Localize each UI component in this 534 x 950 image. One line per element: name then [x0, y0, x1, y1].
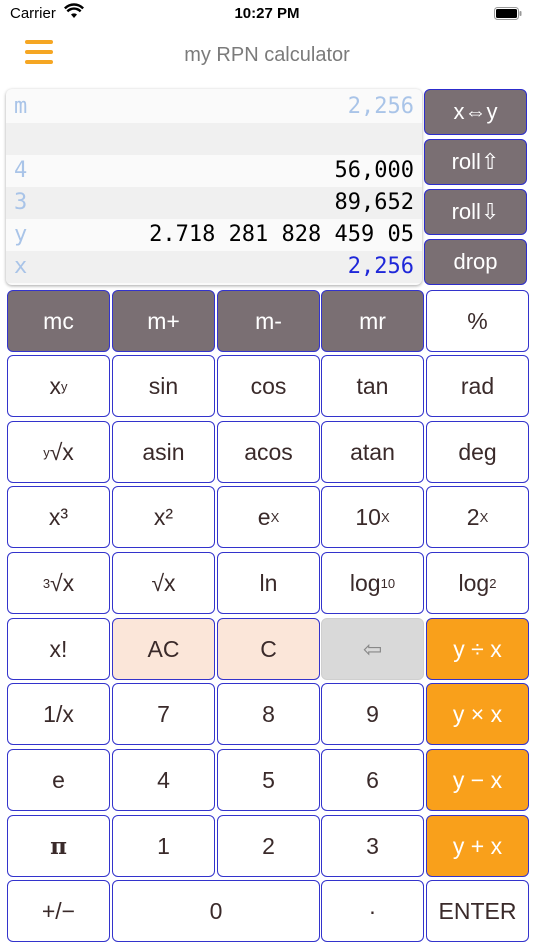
battery-icon — [494, 7, 522, 20]
digit-4-button[interactable]: 4 — [112, 749, 215, 811]
stack-display: m 2,256 4 56,000 3 89,652 y 2.718 281 82… — [6, 89, 422, 285]
tan-button[interactable]: tan — [321, 355, 424, 417]
status-time: 10:27 PM — [234, 5, 300, 22]
power-xy-button[interactable]: xy — [7, 355, 110, 417]
register-empty — [6, 123, 422, 155]
ten-exponent: X — [380, 509, 390, 525]
power-exponent: y — [61, 378, 68, 394]
register-label: 4 — [14, 158, 28, 183]
multiply-button[interactable]: y × x — [426, 683, 529, 745]
exp-button[interactable]: eX — [217, 486, 320, 548]
digit-2-button[interactable]: 2 — [217, 815, 320, 877]
register-label: x — [14, 254, 28, 279]
square-button[interactable]: x² — [112, 486, 215, 548]
register-label: 3 — [14, 190, 28, 215]
backspace-icon[interactable]: ⇦ — [321, 618, 424, 680]
log10-button[interactable]: log 10 — [321, 552, 424, 614]
sign-toggle-button[interactable]: +/− — [7, 880, 110, 942]
digit-6-button[interactable]: 6 — [321, 749, 424, 811]
digit-7-button[interactable]: 7 — [112, 683, 215, 745]
cube-button[interactable]: x³ — [7, 486, 110, 548]
register-value: 89,652 — [334, 190, 414, 215]
decimal-point-button[interactable]: · — [321, 880, 424, 942]
exp-base: e — [257, 503, 271, 530]
subtract-button[interactable]: y − x — [426, 749, 529, 811]
digit-5-button[interactable]: 5 — [217, 749, 320, 811]
percent-button[interactable]: % — [426, 290, 529, 352]
ten-power-button[interactable]: 10 X — [321, 486, 424, 548]
ten-base: 10 — [355, 503, 381, 530]
log10-base: log — [349, 569, 381, 596]
memory-clear-button[interactable]: mc — [7, 290, 110, 352]
euler-button[interactable]: e — [7, 749, 110, 811]
digit-9-button[interactable]: 9 — [321, 683, 424, 745]
memory-subtract-button[interactable]: m- — [217, 290, 320, 352]
register-y: y 2.718 281 828 459 05 — [6, 219, 422, 251]
drop-button[interactable]: drop — [424, 239, 527, 285]
register-m: m 2,256 — [6, 91, 422, 123]
swap-xy-button[interactable]: x⇔y — [424, 89, 527, 135]
app-title: my RPN calculator — [184, 44, 350, 66]
add-button[interactable]: y + x — [426, 815, 529, 877]
roll-down-button[interactable]: roll⇩ — [424, 189, 527, 235]
sin-button[interactable]: sin — [112, 355, 215, 417]
digit-8-button[interactable]: 8 — [217, 683, 320, 745]
acos-button[interactable]: acos — [217, 421, 320, 483]
deg-button[interactable]: deg — [426, 421, 529, 483]
cos-button[interactable]: cos — [217, 355, 320, 417]
square-root-button[interactable]: √x — [112, 552, 215, 614]
cube-root-symbol: √x — [50, 569, 75, 596]
ln-button[interactable]: ln — [217, 552, 320, 614]
power-base: x — [49, 372, 62, 399]
two-exponent: X — [479, 509, 489, 525]
cube-root-button[interactable]: 3 √x — [7, 552, 110, 614]
clear-button[interactable]: C — [217, 618, 320, 680]
cube-root-index: 3 — [42, 575, 51, 591]
register-value: 2,256 — [347, 254, 414, 279]
register-label: y — [14, 222, 28, 247]
log10-sub: 10 — [380, 575, 396, 591]
root-symbol: √x — [49, 438, 74, 465]
status-bar: Carrier 10:27 PM — [0, 0, 534, 30]
register-value: 56,000 — [334, 158, 414, 183]
digit-3-button[interactable]: 3 — [321, 815, 424, 877]
register-3: 3 89,652 — [6, 187, 422, 219]
rad-button[interactable]: rad — [426, 355, 529, 417]
two-base: 2 — [466, 503, 480, 530]
factorial-button[interactable]: x! — [7, 618, 110, 680]
divide-button[interactable]: y ÷ x — [426, 618, 529, 680]
two-power-button[interactable]: 2X — [426, 486, 529, 548]
reciprocal-button[interactable]: 1/x — [7, 683, 110, 745]
register-x: x 2,256 — [6, 251, 422, 283]
navigation-bar: my RPN calculator — [0, 30, 534, 84]
register-value: 2.718 281 828 459 05 — [149, 222, 414, 247]
atan-button[interactable]: atan — [321, 421, 424, 483]
y-root-button[interactable]: y √x — [7, 421, 110, 483]
asin-button[interactable]: asin — [112, 421, 215, 483]
memory-add-button[interactable]: m+ — [112, 290, 215, 352]
log2-sub: 2 — [489, 575, 497, 591]
register-label: m — [14, 94, 28, 119]
register-value: 2,256 — [347, 94, 414, 119]
digit-1-button[interactable]: 1 — [112, 815, 215, 877]
digit-0-button[interactable]: 0 — [112, 880, 320, 942]
register-4: 4 56,000 — [6, 155, 422, 187]
exp-exponent: X — [270, 509, 280, 525]
memory-recall-button[interactable]: mr — [321, 290, 424, 352]
log2-button[interactable]: log 2 — [426, 552, 529, 614]
enter-button[interactable]: ENTER — [426, 880, 529, 942]
all-clear-button[interactable]: AC — [112, 618, 215, 680]
roll-up-button[interactable]: roll⇧ — [424, 139, 527, 185]
log2-base: log — [458, 569, 490, 596]
pi-button[interactable]: π — [7, 815, 110, 877]
